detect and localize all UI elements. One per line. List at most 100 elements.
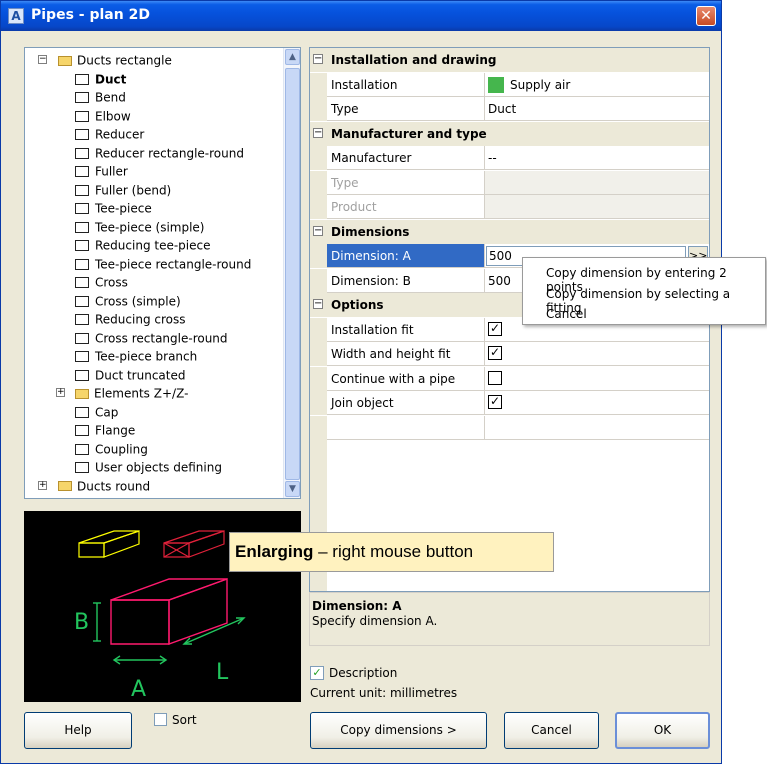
collapse-icon[interactable]: − (313, 54, 323, 64)
duct-icon (75, 73, 89, 85)
callout-strong: Enlarging (235, 542, 314, 561)
row-gutter (310, 317, 327, 342)
tree-item[interactable]: Tee-piece (simple) (75, 218, 205, 236)
collapse-icon[interactable]: − (313, 299, 323, 309)
preview-box-main (110, 578, 228, 645)
title-bar[interactable]: A Pipes - plan 2D ✕ (1, 1, 721, 31)
property-row[interactable]: Join object ✓ (310, 391, 709, 415)
collapse-icon[interactable]: − (38, 55, 47, 64)
tree-item[interactable]: Tee-piece branch (75, 347, 197, 365)
property-category[interactable]: − Dimensions (310, 219, 709, 244)
tree-item[interactable]: Tee-piece rectangle-round (75, 255, 251, 273)
tee-piece-branch-icon (75, 351, 89, 362)
bend-icon (75, 92, 89, 103)
tree-item[interactable]: Cap (75, 403, 118, 421)
selected-property-name[interactable]: Dimension: A (327, 244, 484, 268)
pipes-dialog: A Pipes - plan 2D ✕ − Ducts rectangle Duct… (0, 0, 722, 764)
duct-truncated-icon (75, 369, 89, 381)
tree-item[interactable]: User objects defining (75, 458, 222, 476)
tree-item[interactable]: Flange (75, 421, 135, 439)
tree-item[interactable]: Reducing cross (75, 310, 186, 328)
menu-item-cancel[interactable]: Cancel (546, 307, 587, 321)
tree-item-label: Tee-piece (simple) (95, 220, 205, 234)
installation-color-swatch (488, 76, 504, 93)
elbow-icon (75, 110, 89, 122)
property-value[interactable]: Duct (488, 102, 516, 116)
expand-icon[interactable]: + (56, 388, 65, 397)
property-row[interactable]: Type Duct (310, 97, 709, 121)
tree-item[interactable]: Reducer (75, 125, 144, 143)
column-divider (484, 97, 485, 121)
tree-item[interactable]: Coupling (75, 440, 148, 458)
property-category[interactable]: − Installation and drawing (310, 48, 709, 72)
property-row[interactable]: Product (310, 195, 709, 219)
tree-item[interactable]: Cross rectangle-round (75, 329, 228, 347)
reducing-tee-piece-icon (75, 240, 89, 251)
option-checkbox[interactable]: ✓ (488, 346, 502, 360)
property-value[interactable]: -- (488, 151, 497, 165)
scroll-up-button[interactable]: ▲ (285, 49, 300, 65)
option-checkbox[interactable]: ✓ (488, 395, 502, 409)
tree-item[interactable]: Elbow (75, 107, 131, 125)
tree-item[interactable]: Cross (75, 273, 128, 291)
tree-item[interactable]: Cross (simple) (75, 292, 181, 310)
app-icon: A (8, 8, 24, 24)
property-category[interactable]: − Manufacturer and type (310, 121, 709, 146)
option-checkbox[interactable]: ✓ (488, 321, 502, 336)
property-name: Dimension: B (331, 273, 411, 288)
property-row[interactable]: Installation Supply air (310, 72, 709, 97)
tree-item[interactable]: − Ducts rectangle (38, 51, 172, 69)
property-value[interactable]: Supply air (510, 78, 570, 92)
property-value[interactable]: 500 (488, 274, 511, 288)
ok-button[interactable]: OK (615, 712, 710, 749)
current-unit: Current unit: millimetres (310, 686, 458, 700)
tree-item[interactable]: Reducer rectangle-round (75, 144, 244, 162)
tree-item[interactable]: Duct truncated (75, 366, 185, 384)
help-button[interactable]: Help (24, 712, 132, 749)
description-checkbox[interactable]: ✓ (310, 666, 324, 680)
category-label: Dimensions (331, 224, 410, 239)
component-tree[interactable]: − Ducts rectangle Duct Bend Elbow Reducer Redu… (25, 48, 284, 498)
tree-scrollbar[interactable]: ▲ ▼ (283, 48, 300, 498)
tree-item[interactable]: + Elements Z+/Z- (56, 384, 188, 402)
close-button[interactable]: ✕ (696, 6, 716, 26)
preview-box-yellow (78, 530, 140, 558)
callout-rest: – right mouse button (313, 542, 474, 561)
property-row[interactable]: Manufacturer -- (310, 146, 709, 170)
option-checkbox[interactable] (488, 370, 502, 385)
tree-item[interactable]: Fuller (75, 162, 128, 180)
tree-item[interactable]: Bend (75, 88, 126, 106)
property-row[interactable]: Type (310, 170, 709, 195)
tree-item[interactable]: + Ducts round (38, 477, 150, 495)
tree-item[interactable]: Fuller (bend) (75, 181, 171, 199)
sort-checkbox[interactable] (154, 713, 167, 726)
tree-item[interactable]: Duct (75, 70, 126, 88)
window-title: Pipes - plan 2D (31, 7, 150, 23)
cancel-button[interactable]: Cancel (504, 712, 599, 749)
property-name: Installation (331, 77, 398, 92)
expand-icon[interactable]: + (38, 480, 47, 490)
collapse-icon[interactable]: − (313, 127, 323, 138)
tee-piece-simple-icon (75, 221, 89, 233)
folder-icon (58, 55, 72, 66)
collapse-icon[interactable]: − (313, 225, 323, 236)
tree-item-label: Reducing tee-piece (95, 238, 211, 253)
tree-item-label: Bend (95, 90, 126, 105)
cross-rectangle-round-icon (75, 332, 89, 344)
tree-item[interactable]: Tee-piece (75, 199, 152, 217)
scroll-thumb[interactable] (285, 68, 300, 480)
preview-label-a: A (131, 677, 146, 702)
copy-dimensions-button[interactable]: Copy dimensions > (310, 712, 487, 749)
scroll-down-button[interactable]: ▼ (285, 481, 300, 497)
tree-item-label: Fuller (95, 164, 128, 179)
tree-item[interactable]: Reducing tee-piece (75, 236, 211, 254)
column-divider (484, 391, 485, 415)
tee-piece-rectangle-round-icon (75, 258, 89, 270)
property-name: Join object (331, 396, 394, 410)
tree-item-label: Fuller (bend) (95, 183, 172, 197)
column-divider (484, 146, 485, 170)
disabled-value (485, 195, 709, 219)
category-label: Options (331, 298, 384, 312)
property-row[interactable]: Continue with a pipe (310, 366, 709, 391)
property-row[interactable]: Width and height fit ✓ (310, 342, 709, 366)
